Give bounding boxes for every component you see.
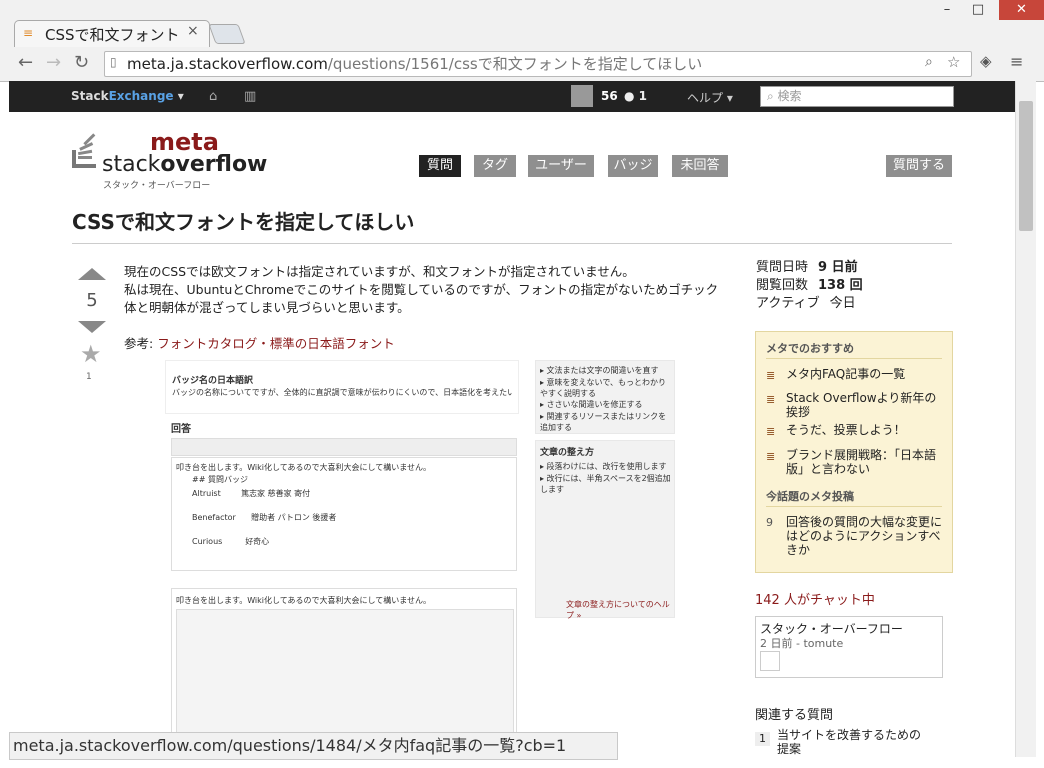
shot-heading: 文章の整え方 — [540, 448, 595, 458]
tab-tags[interactable]: タグ — [474, 155, 516, 177]
reference: 参考: フォントカタログ・標準の日本語フォント — [124, 336, 395, 351]
stack-icon: ≣ — [766, 450, 776, 463]
url-text: meta.ja.stackoverflow.com/questions/1561… — [127, 55, 703, 73]
downvote-icon[interactable] — [78, 321, 106, 333]
shot-text: ▸ 関連するリソースまたはリンクを追加する — [540, 412, 667, 432]
chat-room[interactable]: スタック・オーバーフロー 2 日前 - tomute — [755, 616, 943, 678]
favorite-count: 1 — [86, 372, 92, 382]
se-topbar: StackExchange ▾ ⌂ ▥ 56 ● 1 ヘルプ ▾ ⌕ 検索 — [9, 81, 1015, 112]
tab-questions[interactable]: 質問 — [419, 155, 461, 177]
bookmark-star-icon[interactable]: ☆ — [947, 53, 960, 71]
shot-text: 叩き台を出します。Wiki化してあるので大喜利大会にして構いません。 — [176, 596, 432, 605]
address-bar[interactable]: ▯ meta.ja.stackoverflow.com/questions/15… — [104, 51, 972, 77]
shot-text: 叩き台を出します。Wiki化してあるので大喜利大会にして構いません。 — [176, 463, 432, 472]
recommend-item[interactable]: そうだ、投票しよう！ — [786, 423, 946, 437]
recommend-item[interactable]: メタ内FAQ記事の一覧 — [786, 367, 946, 381]
forward-icon[interactable]: → — [46, 52, 61, 73]
shot-text: ▸ 改行には、半角スペースを2個追加します — [540, 474, 671, 494]
shot-text: ▸ ささいな間違いを修正する — [540, 400, 643, 409]
inbox-icon[interactable]: ⌂ — [209, 89, 217, 104]
shot-heading: バッジ名の日本語訳 — [172, 376, 254, 386]
reload-icon[interactable]: ↻ — [74, 52, 89, 73]
extension-icon[interactable]: ◈ — [980, 52, 992, 70]
hot-count: 9 — [766, 516, 773, 529]
recommend-item[interactable]: ブランド展開戦略：「日本語版」と言わない — [786, 448, 946, 476]
vote-count: 5 — [86, 290, 98, 311]
recommend-title: メタでのおすすめ — [766, 342, 854, 355]
embedded-screenshot: バッジ名の日本語訳 バッジの名称についてですが、全体的に直訳調で意味が伝わりにく… — [165, 360, 675, 755]
logo-subtitle: スタック・オーバーフロー — [103, 181, 211, 191]
search-input[interactable]: ⌕ 検索 — [760, 86, 954, 107]
tab-close-icon[interactable]: × — [187, 23, 199, 39]
shot-link: 文章の整え方についてのヘルプ » — [566, 600, 670, 620]
browser-chrome: ≡ CSSで和文フォント × – □ ✕ ← → ↻ ▯ meta.ja.sta… — [0, 0, 1044, 82]
logo-text: stackoverflow — [102, 152, 268, 177]
reputation[interactable]: 56 — [601, 89, 618, 103]
divider — [72, 243, 952, 244]
upvote-icon[interactable] — [78, 268, 106, 280]
maximize-button[interactable]: □ — [963, 0, 993, 20]
shot-toolbar — [171, 438, 517, 456]
zoom-icon[interactable]: ⌕ — [925, 54, 933, 70]
stack-icon: ≣ — [766, 369, 776, 382]
minimize-button[interactable]: – — [932, 0, 962, 20]
shot-text: Benefactor 贈助者 パトロン 後援者 — [192, 513, 337, 522]
scrollbar[interactable] — [1015, 81, 1036, 757]
stackexchange-menu[interactable]: StackExchange ▾ — [71, 89, 184, 103]
question-line: 私は現在、UbuntuとChromeでこのサイトを閲覧しているのですが、フォント… — [124, 282, 719, 315]
stackoverflow-favicon-icon: ≡ — [23, 26, 34, 40]
meta-recommendations: メタでのおすすめ ≣ メタ内FAQ記事の一覧 ≣ Stack Overflowよ… — [755, 331, 953, 573]
hot-meta-title: 今話題のメタ投稿 — [766, 490, 854, 503]
badge-count[interactable]: ● 1 — [624, 89, 647, 103]
related-item[interactable]: 当サイトを改善するための提案 — [777, 728, 927, 756]
browser-tab[interactable]: ≡ CSSで和文フォント × — [14, 20, 210, 47]
recommend-item[interactable]: Stack Overflowより新年の挨拶 — [786, 391, 946, 419]
question-line: 現在のCSSでは欧文フォントは指定されていますが、和文フォントが指定されていませ… — [124, 264, 635, 279]
shot-text: ▸ 段落わけには、改行を使用します — [540, 462, 667, 471]
asked-value: 9 日前 — [818, 260, 858, 275]
favorite-star-icon[interactable]: ★ — [80, 340, 102, 368]
viewed-value: 138 回 — [818, 278, 863, 293]
active-value: 今日 — [829, 296, 856, 311]
status-bar: meta.ja.stackoverflow.com/questions/1484… — [9, 732, 618, 760]
hot-item[interactable]: 回答後の質問の大幅な変更にはどのようにアクションすべきか — [786, 515, 946, 557]
tab-unanswered[interactable]: 未回答 — [672, 155, 728, 177]
related-count: 1 — [755, 732, 770, 746]
shot-text: Curious 好奇心 — [192, 537, 270, 546]
reference-link[interactable]: フォントカタログ・標準の日本語フォント — [157, 336, 395, 351]
shot-text: バッジの名称についてですが、全体的に直訳調で意味が伝わりにくいので、日本語化を考… — [172, 388, 512, 397]
ask-question-button[interactable]: 質問する — [886, 155, 952, 177]
question-body: 現在のCSSでは欧文フォントは指定されていますが、和文フォントが指定されていませ… — [124, 263, 724, 317]
shot-text: ▸ 意味を変えないで、もっとわかりやすく説明する — [540, 378, 666, 398]
tab-users[interactable]: ユーザー — [528, 155, 594, 177]
achievements-icon[interactable]: ▥ — [244, 89, 256, 104]
question-stats: 質問日時 9 日前 閲覧回数 138 回 アクティブ 今日 — [756, 260, 863, 311]
avatar[interactable] — [760, 651, 780, 671]
page-icon: ▯ — [110, 55, 117, 69]
new-tab-button[interactable] — [208, 24, 246, 44]
tab-title: CSSで和文フォント — [45, 26, 180, 44]
shot-heading: 回答 — [171, 424, 191, 435]
shot-text: Altruist 篤志家 慈善家 寄付 — [192, 489, 311, 498]
avatar[interactable] — [571, 85, 593, 107]
chat-link[interactable]: 142 人がチャット中 — [755, 589, 875, 608]
chat-meta: 2 日前 - tomute — [760, 637, 844, 650]
stackoverflow-logo-icon — [72, 133, 96, 168]
scrollbar-thumb[interactable] — [1019, 101, 1033, 231]
tab-badges[interactable]: バッジ — [608, 155, 658, 177]
related-title: 関連する質問 — [755, 708, 834, 723]
stack-icon: ≣ — [766, 425, 776, 438]
page-title[interactable]: CSSで和文フォントを指定してほしい — [72, 206, 414, 235]
shot-text: ## 質問バッジ — [192, 475, 248, 484]
stack-icon: ≣ — [766, 393, 776, 406]
shot-text: ▸ 文法または文字の間違いを直す — [540, 366, 659, 375]
help-menu[interactable]: ヘルプ ▾ — [687, 89, 733, 106]
close-window-button[interactable]: ✕ — [999, 0, 1044, 20]
menu-icon[interactable]: ≡ — [1010, 52, 1023, 71]
back-icon[interactable]: ← — [18, 52, 33, 73]
